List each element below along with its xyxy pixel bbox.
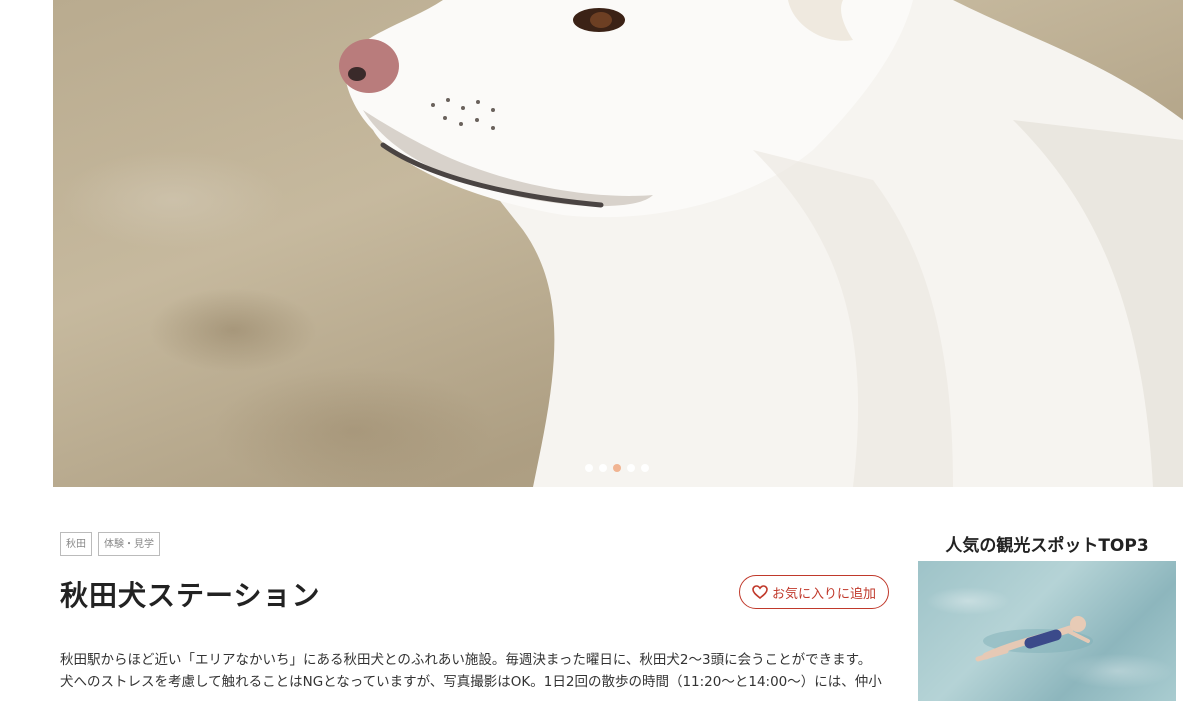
tag-akita[interactable]: 秋田 — [60, 532, 92, 556]
ranking-image[interactable] — [918, 561, 1176, 701]
hero-image — [53, 0, 1183, 487]
sidebar-title: 人気の観光スポットTOP3 — [945, 536, 1149, 556]
description-line: 秋田駅からほど近い「エリアなかいち」にある秋田犬とのふれあい施設。毎週決まった曜… — [60, 652, 872, 668]
carousel-dot[interactable] — [599, 464, 607, 472]
dog-illustration — [339, 0, 1183, 487]
carousel-dot[interactable] — [585, 464, 593, 472]
description-line: 犬へのストレスを考慮して触れることはNGとなっていますが、写真撮影はOK。1日2… — [60, 674, 882, 690]
carousel-dot[interactable] — [641, 464, 649, 472]
add-favorite-button[interactable]: お気に入りに追加 — [739, 575, 889, 609]
page-title: 秋田犬ステーション — [60, 579, 321, 612]
tag-experience[interactable]: 体験・見学 — [98, 532, 160, 556]
swimmer-illustration — [975, 616, 1093, 662]
description: 秋田駅からほど近い「エリアなかいち」にある秋田犬とのふれあい施設。毎週決まった曜… — [60, 649, 890, 693]
tag-list: 秋田 体験・見学 — [60, 532, 160, 556]
add-favorite-label: お気に入りに追加 — [771, 586, 876, 602]
carousel-dots — [585, 464, 649, 472]
carousel-dot[interactable] — [627, 464, 635, 472]
carousel-dot-active[interactable] — [613, 464, 621, 472]
heart-icon — [752, 585, 768, 599]
